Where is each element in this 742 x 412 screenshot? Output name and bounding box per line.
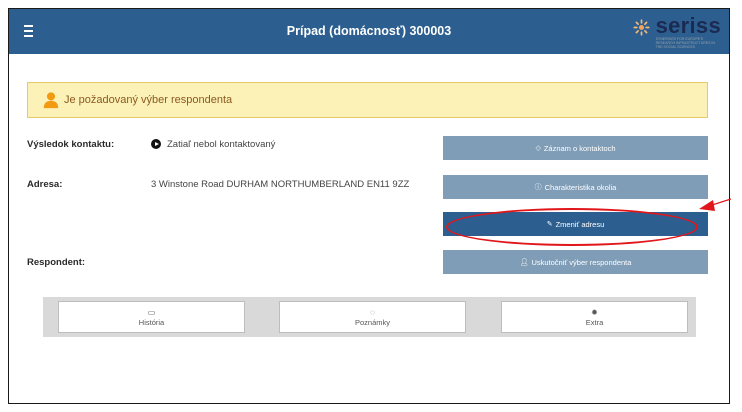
diamond-icon: ◇: [535, 145, 541, 152]
select-respondent-label: Uskutočniť výber respondenta: [531, 257, 632, 267]
neighborhood-label: Charakteristika okolia: [544, 182, 617, 192]
info-icon: ⓘ: [534, 184, 542, 191]
calendar-icon: ▭: [147, 307, 156, 317]
user-icon: 👤︎: [519, 259, 529, 266]
seriss-logo-mark-icon: [633, 19, 650, 36]
extra-button[interactable]: ✹ Extra: [501, 301, 688, 333]
gear-icon: ✹: [591, 307, 598, 317]
top-bar: Prípad (domácnosť) 300003 seriss SYNERGI…: [9, 9, 729, 54]
seriss-logo: seriss SYNERGIES FOR EUROPE'S RESEARCH I…: [633, 15, 721, 49]
respondent-alert: Je požadovaný výber respondenta: [27, 82, 708, 118]
app-window: Prípad (domácnosť) 300003 seriss SYNERGI…: [8, 8, 731, 404]
play-circle-icon: [151, 139, 161, 149]
neighborhood-button[interactable]: ⓘ Charakteristika okolia: [443, 175, 708, 199]
contact-result-label: Výsledok kontaktu:: [27, 139, 115, 150]
alert-text: Je požadovaný výber respondenta: [64, 94, 233, 106]
page-title: Prípad (domácnosť) 300003: [286, 24, 452, 38]
history-button[interactable]: ▭ História: [58, 301, 245, 333]
edit-icon: ✎: [546, 221, 553, 228]
change-address-label: Zmeniť adresu: [555, 219, 605, 229]
contact-log-label: Záznam o kontaktoch: [543, 143, 616, 153]
respondent-label: Respondent:: [27, 257, 86, 268]
contact-log-button[interactable]: ◇ Záznam o kontaktoch: [443, 136, 708, 160]
extra-label: Extra: [585, 317, 604, 327]
logo-wordmark: seriss: [655, 13, 721, 38]
history-label: História: [138, 317, 165, 327]
annotation-arrow-icon: [699, 198, 731, 211]
notes-button[interactable]: ◌ Poznámky: [279, 301, 466, 333]
contact-result-value: Zatiaľ nebol kontaktovaný: [151, 138, 275, 151]
contact-status-text: Zatiaľ nebol kontaktovaný: [167, 139, 276, 150]
comment-icon: ◌: [370, 307, 375, 317]
notes-label: Poznámky: [354, 317, 390, 327]
logo-tagline: SYNERGIES FOR EUROPE'S RESEARCH INFRASTR…: [655, 37, 715, 49]
address-value: 3 Winstone Road DURHAM NORTHUMBERLAND EN…: [151, 179, 410, 190]
address-label: Adresa:: [27, 179, 63, 190]
bottom-toolbar: ▭ História ◌ Poznámky ✹ Extra: [43, 297, 696, 337]
change-address-button[interactable]: ✎ Zmeniť adresu: [443, 212, 708, 236]
user-icon: [43, 92, 59, 109]
select-respondent-button[interactable]: 👤︎ Uskutočniť výber respondenta: [443, 250, 708, 274]
